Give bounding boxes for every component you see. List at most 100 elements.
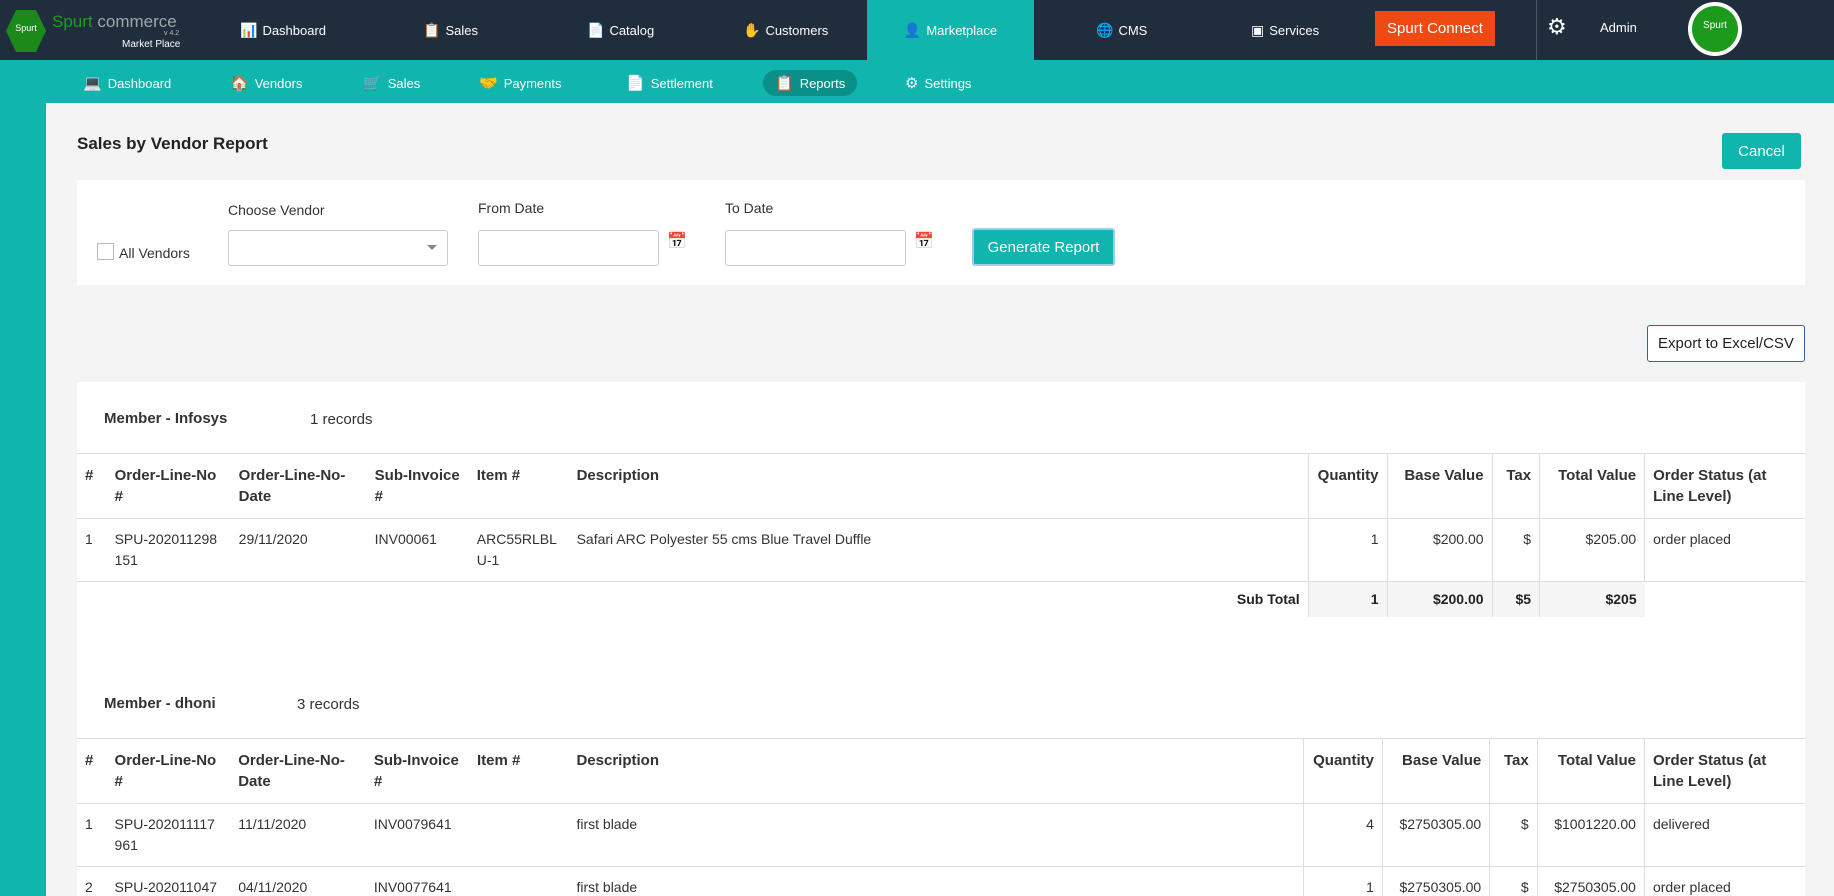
records-count: 3 records [297, 696, 360, 713]
globe-icon: 🌐 [1096, 21, 1114, 38]
nav-services[interactable]: ▣ Services [1251, 0, 1319, 60]
col-sub-invoice: Sub-Invoice # [373, 752, 459, 790]
cell-invoice: INV0077641 [373, 879, 452, 895]
col-order-line-date: Order-Line-No-Date [238, 752, 345, 790]
nav-dashboard[interactable]: 📊 Dashboard [240, 0, 326, 60]
nav-catalog[interactable]: 📄 Catalog [587, 0, 654, 60]
cancel-button[interactable]: Cancel [1722, 133, 1801, 169]
cell-description: first blade [576, 816, 638, 832]
cell-index: 2 [85, 879, 93, 895]
to-date-input[interactable] [725, 230, 906, 266]
table-row: 1 SPU-202011298151 29/11/2020 INV00061 A… [77, 518, 1805, 582]
subnav-sales[interactable]: 🛒 Sales [351, 70, 432, 96]
nav-marketplace[interactable]: 👤 Marketplace [867, 0, 1034, 60]
subtotal-total-value: $205 [1539, 581, 1645, 617]
subtotal-base-value: $200.00 [1386, 581, 1493, 617]
cell-order-line-no: SPU-202011047761 [114, 879, 218, 895]
subnav-payments[interactable]: 🤝 Payments [467, 70, 574, 96]
subtotal-label: Sub Total [77, 581, 1309, 617]
calendar-icon[interactable]: 📅 [914, 231, 934, 251]
cell-item [469, 804, 568, 867]
brand-logo[interactable]: Spurt Spurt commerce v 4.2 Market Place [6, 6, 181, 54]
table-row: 1 SPU-202011117961 11/11/2020 INV0079641… [77, 803, 1805, 867]
basket-icon: 🛒 [363, 75, 382, 92]
cell-total-value: $205.00 [1539, 518, 1645, 582]
records-count: 1 records [310, 411, 373, 428]
cell-base-value: $200.00 [1386, 518, 1493, 582]
gear-icon[interactable]: ⚙ [1547, 14, 1567, 40]
cell-invoice: INV00061 [374, 531, 437, 547]
cell-tax: $ [1489, 803, 1538, 867]
page-title: Sales by Vendor Report [77, 134, 268, 153]
col-tax: Tax [1489, 738, 1538, 804]
cell-date: 04/11/2020 [238, 879, 308, 895]
to-date-label: To Date [725, 200, 774, 216]
col-base-value: Base Value [1381, 738, 1490, 804]
cell-base-value: $2750305.00 [1381, 803, 1490, 867]
subnav-settings[interactable]: ⚙ Settings [893, 70, 983, 96]
dashboard-icon: 💻 [83, 75, 102, 92]
cell-base-value: $2750305.00 [1381, 866, 1490, 896]
col-quantity: Quantity [1307, 453, 1388, 519]
subnav-reports[interactable]: 📋 Reports [763, 70, 858, 96]
subtotal-row: Sub Total 1 $200.00 $5 $205 [77, 581, 1805, 617]
col-order-status: Order Status (at Line Level) [1643, 738, 1805, 804]
cell-order-line-no: SPU-202011117961 [114, 816, 215, 853]
cell-date: 29/11/2020 [238, 531, 308, 547]
col-order-line-date: Order-Line-No-Date [238, 467, 346, 505]
member-heading: Member - Infosys [104, 410, 228, 427]
cell-index: 1 [85, 531, 93, 547]
subnav-vendors[interactable]: 🏠 Vendors [218, 70, 314, 96]
col-sub-invoice: Sub-Invoice # [374, 467, 460, 505]
brand-subtitle: Market Place [122, 39, 181, 50]
from-date-label: From Date [478, 200, 545, 216]
subnav-settlement[interactable]: 📄 Settlement [614, 70, 725, 96]
table-header-row: # Order-Line-No # Order-Line-No-Date Sub… [77, 738, 1805, 804]
table-header-row: # Order-Line-No # Order-Line-No-Date Sub… [77, 453, 1805, 519]
spurt-connect-button[interactable]: Spurt Connect [1375, 11, 1495, 46]
col-index: # [85, 752, 94, 769]
cell-tax: $ [1491, 518, 1540, 582]
col-item: Item # [476, 467, 521, 484]
cell-date: 11/11/2020 [238, 816, 307, 832]
vendor-sales-table: # Order-Line-No # Order-Line-No-Date Sub… [77, 738, 1805, 896]
nav-sales[interactable]: 📋 Sales [423, 0, 478, 60]
from-date-input[interactable] [478, 230, 659, 266]
nav-cms[interactable]: 🌐 CMS [1096, 0, 1147, 60]
clipboard-icon: 📋 [423, 21, 441, 38]
handshake-icon: 🤝 [479, 75, 498, 92]
col-order-status: Order Status (at Line Level) [1644, 453, 1805, 519]
cell-order-line-no: SPU-202011298151 [114, 531, 218, 568]
user-icon: 👤 [903, 21, 922, 38]
brand-name: Spurt commerce [52, 12, 177, 31]
cell-invoice: INV0079641 [373, 816, 452, 832]
avatar-logo: Spurt [1692, 6, 1738, 52]
generate-report-button[interactable]: Generate Report [972, 228, 1115, 266]
subtotal-tax: $5 [1491, 581, 1540, 617]
left-sidebar-strip [0, 103, 46, 896]
avatar[interactable]: Spurt [1688, 2, 1742, 56]
header-divider [1536, 0, 1537, 60]
col-base-value: Base Value [1386, 453, 1493, 519]
cell-total-value: $2750305.00 [1536, 866, 1645, 896]
subnav-dashboard[interactable]: 💻 Dashboard [71, 70, 183, 96]
document-icon: 📄 [626, 75, 645, 92]
all-vendors-checkbox[interactable] [97, 243, 114, 260]
report-icon: 📋 [775, 75, 794, 92]
nav-customers[interactable]: ✋ Customers [743, 0, 828, 60]
chevron-down-icon [427, 245, 437, 250]
cell-status: order placed [1644, 518, 1805, 582]
export-excel-csv-button[interactable]: Export to Excel/CSV [1647, 325, 1805, 362]
calendar-icon[interactable]: 📅 [667, 231, 687, 251]
vendor-select[interactable] [228, 230, 448, 266]
col-tax: Tax [1491, 453, 1540, 519]
col-index: # [85, 467, 94, 484]
services-icon: ▣ [1251, 21, 1265, 38]
top-navbar: Spurt Spurt commerce v 4.2 Market Place … [0, 0, 1834, 60]
cell-quantity: 1 [1307, 518, 1388, 582]
member-heading: Member - dhoni [104, 695, 216, 712]
admin-label[interactable]: Admin [1600, 20, 1637, 35]
cell-item: ARC55RLBLU-1 [476, 531, 557, 568]
vendor-sales-table: # Order-Line-No # Order-Line-No-Date Sub… [77, 453, 1805, 617]
col-order-line-no: Order-Line-No # [114, 467, 217, 505]
